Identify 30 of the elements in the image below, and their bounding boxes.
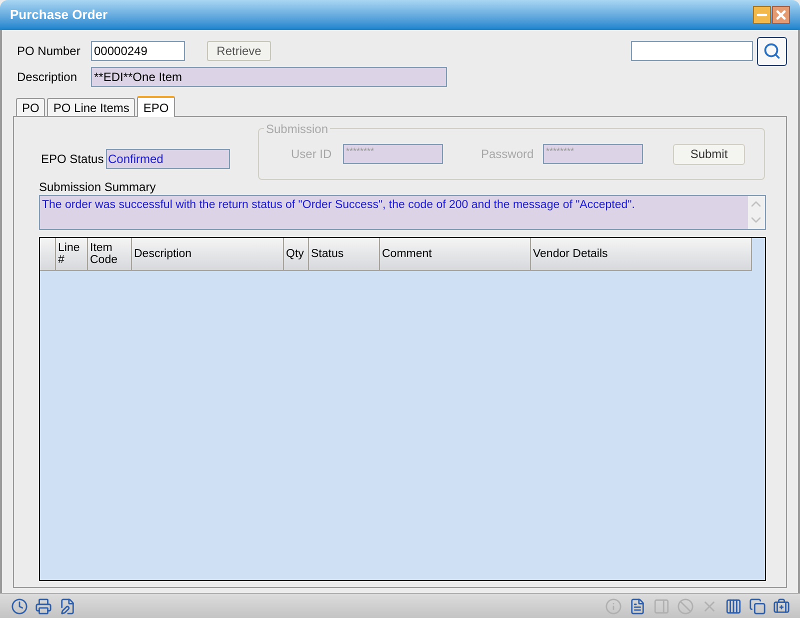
- field-label: EPO Status: [40, 151, 105, 168]
- close-button[interactable]: [772, 6, 790, 24]
- column-header[interactable]: [40, 238, 56, 271]
- window-title: Purchase Order: [10, 6, 108, 24]
- tab[interactable]: EPO: [137, 96, 175, 117]
- column-header[interactable]: Qty: [284, 238, 309, 271]
- epo-status-field[interactable]: Confirmed: [106, 149, 230, 169]
- column-header[interactable]: Item Code: [88, 238, 132, 271]
- search-field[interactable]: [631, 41, 753, 61]
- field-label: Password: [481, 146, 535, 163]
- po-number-field[interactable]: 00000249: [91, 41, 185, 61]
- tab[interactable]: PO: [16, 98, 46, 116]
- column-header[interactable]: Description: [132, 238, 284, 271]
- field-label: Description: [16, 69, 78, 86]
- search-icon: [763, 42, 781, 60]
- column-header[interactable]: Line #: [56, 238, 88, 271]
- field-label: Submission Summary: [39, 180, 157, 195]
- minimize-button[interactable]: [753, 6, 771, 24]
- description-field[interactable]: **EDI**One Item: [91, 67, 447, 87]
- field-label: PO Number: [16, 43, 82, 60]
- retrieve-button[interactable]: Retrieve: [207, 41, 271, 61]
- search-button[interactable]: [757, 36, 787, 66]
- column-header[interactable]: Vendor Details: [531, 238, 752, 271]
- close-icon: [774, 8, 788, 22]
- column-header[interactable]: Status: [309, 238, 380, 271]
- column-header[interactable]: Comment: [380, 238, 531, 271]
- field-label: User ID: [291, 146, 333, 163]
- tab[interactable]: PO Line Items: [47, 98, 136, 116]
- summary-text: The order was successful with the return status of "Order Success", the code of 200 and the message of "Accepted".: [41, 198, 636, 213]
- summary-field[interactable]: The order was successful with the return status of "Order Success", the code of 200 and the message of "Accepted".: [39, 195, 766, 230]
